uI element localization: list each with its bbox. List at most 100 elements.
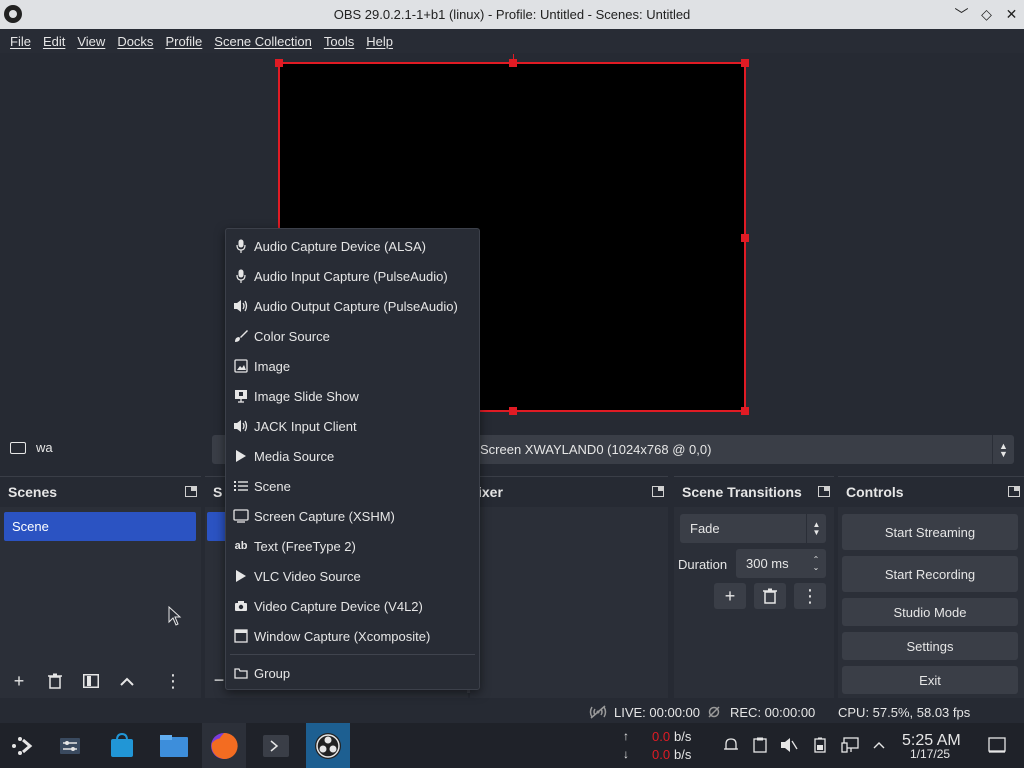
battery-icon[interactable]	[811, 736, 829, 754]
chevron-up-icon[interactable]	[870, 736, 888, 754]
source-list-item[interactable]	[207, 512, 227, 541]
menu-item-label: Text (FreeType 2)	[254, 538, 356, 554]
scene-list-item[interactable]: Scene	[4, 512, 196, 541]
selected-source-name: wa	[36, 440, 53, 455]
scene-more-button[interactable]: ⋮	[158, 668, 188, 694]
obs-taskbar-icon[interactable]	[306, 723, 350, 768]
menu-edit[interactable]: Edit	[37, 34, 71, 49]
upload-rate-unit: b/s	[674, 729, 692, 744]
status-bar: LIVE: 00:00:00 REC: 00:00:00 CPU: 57.5%,…	[0, 701, 1024, 723]
undock-icon[interactable]	[1008, 486, 1020, 497]
menu-item-vlc-video-source[interactable]: VLC Video Source	[226, 561, 479, 591]
undock-icon[interactable]	[185, 486, 197, 497]
firefox-icon[interactable]	[202, 723, 246, 768]
menu-item-audio-capture-alsa[interactable]: Audio Capture Device (ALSA)	[226, 231, 479, 261]
rotation-handle[interactable]	[513, 54, 514, 60]
transitions-dock-header: Scene Transitions	[674, 477, 834, 507]
menu-item-image-slide-show[interactable]: Image Slide Show	[226, 381, 479, 411]
menu-docks[interactable]: Docks	[111, 34, 159, 49]
start-recording-button[interactable]: Start Recording	[842, 556, 1018, 592]
resize-handle[interactable]	[509, 407, 517, 415]
display-select-value: Screen XWAYLAND0 (1024x768 @ 0,0)	[480, 442, 712, 457]
monitor-icon	[233, 508, 249, 524]
settings-button[interactable]: Settings	[842, 632, 1018, 660]
cpu-usage: CPU: 57.5%, 58.03 fps	[838, 705, 971, 720]
resize-handle[interactable]	[275, 59, 283, 67]
scene-filters-button[interactable]	[76, 668, 106, 694]
notifications-icon[interactable]	[722, 736, 740, 754]
menu-help[interactable]: Help	[360, 34, 399, 49]
monitor-icon	[10, 441, 26, 454]
network-icon[interactable]	[841, 736, 859, 754]
clock-date[interactable]: 1/17/25	[910, 747, 950, 761]
menu-item-screen-capture-xshm[interactable]: Screen Capture (XSHM)	[226, 501, 479, 531]
file-manager-icon[interactable]	[152, 723, 196, 768]
menu-item-video-capture-v4l2[interactable]: Video Capture Device (V4L2)	[226, 591, 479, 621]
resize-handle[interactable]	[741, 234, 749, 242]
system-settings-icon[interactable]	[48, 723, 92, 768]
menu-profile[interactable]: Profile	[159, 34, 208, 49]
maximize-button[interactable]: ◇	[978, 6, 995, 23]
exit-button[interactable]: Exit	[842, 666, 1018, 694]
scenes-dock: Scenes Scene + ⋮	[0, 476, 201, 698]
duration-label: Duration	[678, 557, 728, 572]
remove-scene-button[interactable]	[40, 668, 70, 694]
menu-item-group[interactable]: Group	[226, 658, 479, 688]
menu-scene-collection[interactable]: Scene Collection	[208, 34, 318, 49]
duration-spinbox[interactable]: 300 ms ⌃ ⌄	[736, 549, 826, 578]
menu-item-jack-input[interactable]: JACK Input Client	[226, 411, 479, 441]
menu-item-image[interactable]: Image	[226, 351, 479, 381]
resize-handle[interactable]	[741, 407, 749, 415]
menu-item-text-freetype[interactable]: ab Text (FreeType 2)	[226, 531, 479, 561]
remove-transition-button[interactable]	[754, 583, 786, 609]
menu-file[interactable]: File	[4, 34, 37, 49]
scenes-dock-header: Scenes	[0, 477, 201, 507]
selected-source: wa	[10, 440, 53, 455]
clipboard-icon[interactable]	[751, 736, 769, 754]
mouse-cursor-icon	[168, 606, 182, 626]
menu-item-label: Image Slide Show	[254, 388, 359, 404]
window-title: OBS 29.0.2.1-1+b1 (linux) - Profile: Unt…	[333, 7, 691, 22]
menu-separator	[230, 654, 475, 655]
speaker-icon	[233, 298, 249, 314]
menu-item-audio-output-pulse[interactable]: Audio Output Capture (PulseAudio)	[226, 291, 479, 321]
slideshow-icon	[233, 388, 249, 404]
app-launcher-icon[interactable]	[0, 723, 44, 768]
menu-item-label: Media Source	[254, 448, 335, 464]
display-select[interactable]: Screen XWAYLAND0 (1024x768 @ 0,0) ▲ ▼	[472, 435, 1014, 464]
stepper-icon[interactable]: ⌃ ⌄	[806, 549, 826, 578]
speaker-icon	[233, 418, 249, 434]
chevron-updown-icon: ▲ ▼	[992, 435, 1014, 464]
menu-item-color-source[interactable]: Color Source	[226, 321, 479, 351]
undock-icon[interactable]	[818, 486, 830, 497]
mixer-dock-header: ixer	[470, 477, 668, 507]
menu-tools[interactable]: Tools	[318, 34, 360, 49]
menu-item-label: Screen Capture (XSHM)	[254, 508, 395, 524]
show-desktop-icon[interactable]	[988, 736, 1006, 754]
menu-item-scene[interactable]: Scene	[226, 471, 479, 501]
terminal-icon[interactable]	[254, 723, 298, 768]
image-icon	[233, 358, 249, 374]
download-rate: 0.0	[652, 747, 671, 762]
mixer-dock-title: ixer	[478, 484, 503, 500]
add-transition-button[interactable]: +	[714, 583, 746, 609]
resize-handle[interactable]	[741, 59, 749, 67]
menu-item-media-source[interactable]: Media Source	[226, 441, 479, 471]
menu-item-window-capture-xcomposite[interactable]: Window Capture (Xcomposite)	[226, 621, 479, 651]
resize-handle[interactable]	[509, 59, 517, 67]
transition-select[interactable]: Fade ▲ ▼	[680, 514, 826, 543]
studio-mode-button[interactable]: Studio Mode	[842, 598, 1018, 626]
taskbar: ↑ ↓ 0.0 b/s 0.0 b/s 5:25 AM 1/17/25	[0, 723, 1024, 768]
transition-properties-button[interactable]: ⋮	[794, 583, 826, 609]
move-scene-up-button[interactable]	[112, 668, 142, 694]
add-scene-button[interactable]: +	[4, 668, 34, 694]
menu-view[interactable]: View	[71, 34, 111, 49]
controls-dock-header: Controls	[838, 477, 1024, 507]
minimize-button[interactable]: ﹀	[953, 6, 970, 23]
start-streaming-button[interactable]: Start Streaming	[842, 514, 1018, 550]
discover-store-icon[interactable]	[100, 723, 144, 768]
volume-muted-icon[interactable]	[780, 736, 798, 754]
close-button[interactable]: ✕	[1003, 6, 1020, 23]
undock-icon[interactable]	[652, 486, 664, 497]
menu-item-audio-input-pulse[interactable]: Audio Input Capture (PulseAudio)	[226, 261, 479, 291]
